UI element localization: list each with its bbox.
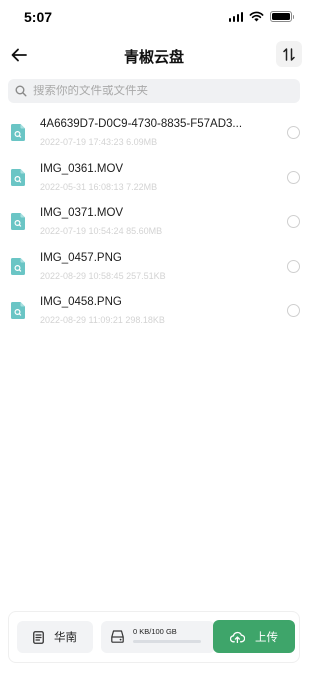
status-time: 5:07 xyxy=(24,9,53,25)
file-meta: 2022-07-19 10:54:24 85.60MB xyxy=(40,226,163,236)
file-icon xyxy=(11,213,25,230)
file-name: IMG_0371.MOV xyxy=(40,207,124,219)
file-name: 4A6639D7-D0C9-4730-8835-F57AD3... xyxy=(40,118,243,130)
select-radio[interactable] xyxy=(287,215,300,228)
storage-indicator: 0 KB/100 GB xyxy=(101,621,215,653)
file-icon xyxy=(11,302,25,319)
bottom-toolbar: 华南 0 KB/100 GB 上传 xyxy=(8,611,300,663)
search-input[interactable] xyxy=(33,85,293,97)
file-name: IMG_0361.MOV xyxy=(40,162,124,175)
file-row[interactable]: IMG_0371.MOV 2022-07-19 10:54:24 85.60MB xyxy=(0,201,308,246)
sort-icon xyxy=(283,47,295,61)
region-button[interactable]: 华南 xyxy=(17,621,93,653)
upload-label: 上传 xyxy=(255,631,278,644)
file-meta: 2022-05-31 16:08:13 7.22MB xyxy=(40,181,158,192)
battery-icon xyxy=(270,11,294,22)
file-icon xyxy=(11,257,25,275)
select-radio[interactable] xyxy=(287,126,300,139)
document-icon xyxy=(33,630,44,644)
file-row[interactable]: IMG_0361.MOV 2022-05-31 16:08:13 7.22MB xyxy=(0,157,308,202)
search-icon xyxy=(14,84,28,98)
wifi-icon xyxy=(249,11,264,22)
signal-icon xyxy=(228,11,243,22)
select-radio[interactable] xyxy=(287,170,300,184)
sort-button[interactable] xyxy=(276,41,302,67)
file-row[interactable]: IMG_0457.PNG 2022-08-29 10:58:45 257.51K… xyxy=(0,246,308,291)
file-icon xyxy=(11,168,25,186)
search-bar[interactable] xyxy=(8,79,300,103)
upload-button[interactable]: 上传 xyxy=(213,620,295,653)
file-name: IMG_0457.PNG xyxy=(40,251,122,264)
file-row[interactable]: IMG_0458.PNG 2022-08-29 11:09:21 298.18K… xyxy=(0,290,308,335)
file-name: IMG_0458.PNG xyxy=(40,296,122,308)
page-title: 青椒云盘 xyxy=(123,49,184,66)
nav-bar: 青椒云盘 xyxy=(0,36,308,74)
storage-progress-bar xyxy=(133,640,201,643)
select-radio[interactable] xyxy=(287,304,300,317)
file-icon xyxy=(11,124,25,141)
file-meta: 2022-08-29 11:09:21 298.18KB xyxy=(40,315,165,325)
cloud-upload-icon xyxy=(230,631,245,643)
status-bar: 5:07 xyxy=(0,0,308,36)
storage-text: 0 KB/100 GB xyxy=(133,627,177,636)
file-list: 4A6639D7-D0C9-4730-8835-F57AD3... 2022-0… xyxy=(0,112,308,335)
status-icons xyxy=(228,11,294,22)
region-label: 华南 xyxy=(54,632,77,644)
file-row[interactable]: 4A6639D7-D0C9-4730-8835-F57AD3... 2022-0… xyxy=(0,112,308,157)
file-meta: 2022-08-29 10:58:45 257.51KB xyxy=(40,270,166,281)
hard-drive-icon xyxy=(111,630,124,643)
select-radio[interactable] xyxy=(287,259,300,273)
file-meta: 2022-07-19 17:43:23 6.09MB xyxy=(40,137,158,147)
